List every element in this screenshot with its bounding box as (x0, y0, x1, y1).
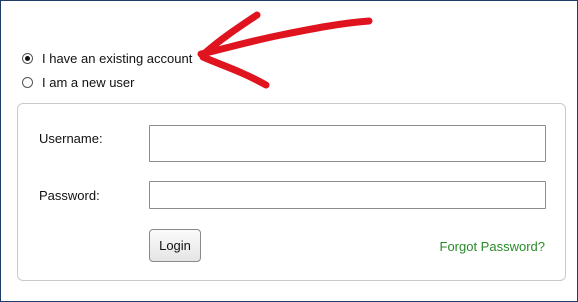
username-label: Username: (39, 131, 103, 146)
window-frame: I have an existing account I am a new us… (0, 0, 578, 302)
red-arrow-annotation (197, 11, 373, 89)
forgot-password-link[interactable]: Forgot Password? (440, 239, 546, 254)
login-panel: Username: Password: Login Forgot Passwor… (17, 103, 566, 281)
existing-account-label[interactable]: I have an existing account (42, 51, 192, 66)
existing-account-radio[interactable] (22, 53, 33, 64)
existing-account-option[interactable]: I have an existing account (22, 51, 192, 66)
new-user-radio[interactable] (22, 77, 33, 88)
radio-selected-dot (25, 56, 30, 61)
password-input[interactable] (149, 181, 546, 209)
username-input[interactable] (149, 125, 546, 162)
password-label: Password: (39, 188, 100, 203)
new-user-label[interactable]: I am a new user (42, 75, 135, 90)
new-user-option[interactable]: I am a new user (22, 75, 135, 90)
login-button[interactable]: Login (149, 229, 201, 262)
